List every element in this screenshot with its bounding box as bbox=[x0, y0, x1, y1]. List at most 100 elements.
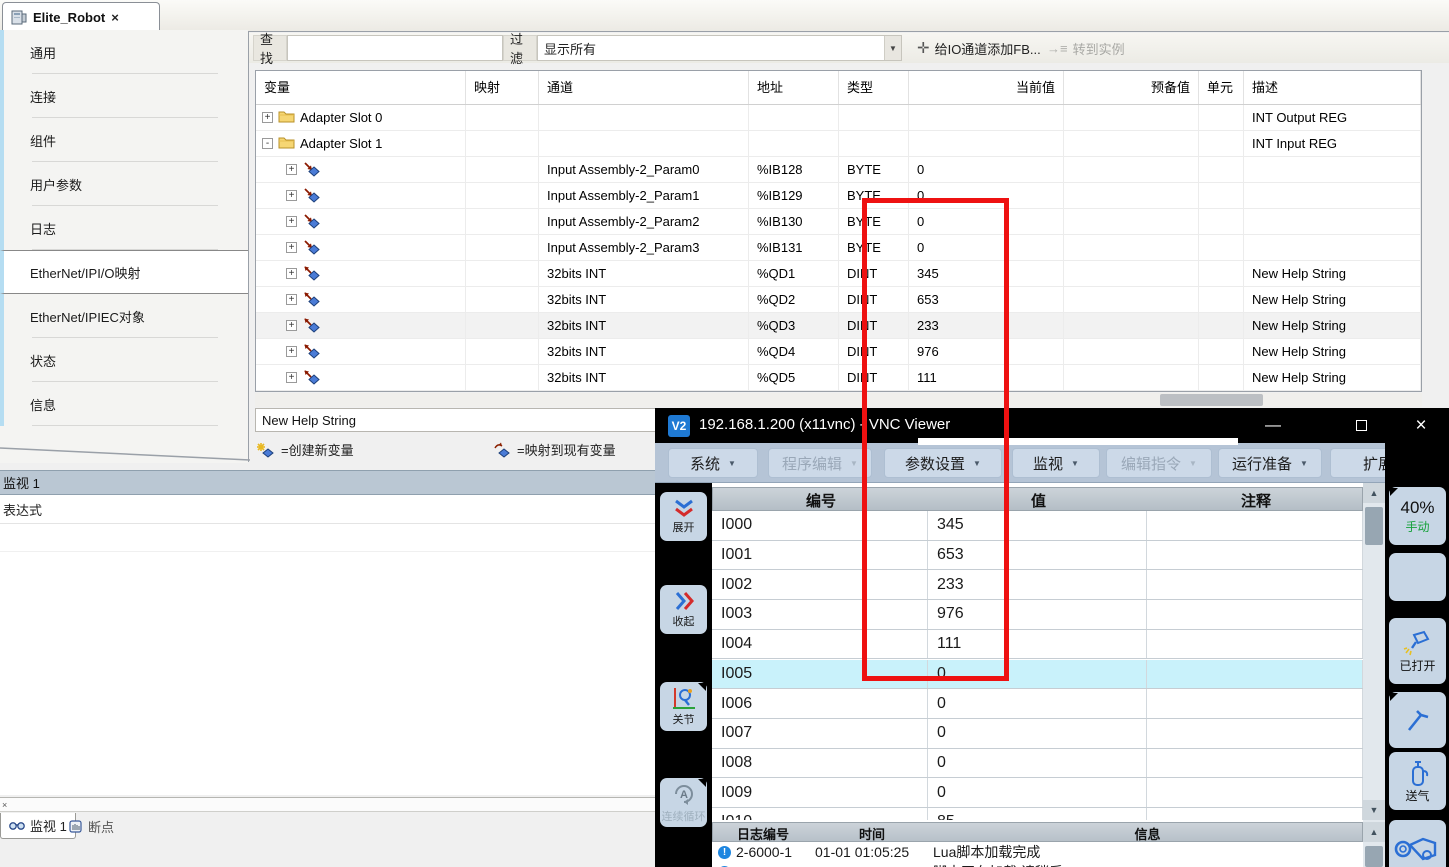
loop-label: 连续循环 bbox=[662, 808, 706, 824]
register-row[interactable]: I0060 bbox=[712, 689, 1363, 719]
column-header-3[interactable]: 通道 bbox=[539, 71, 749, 104]
register-value[interactable]: 0 bbox=[928, 778, 1147, 807]
scroll-up-button[interactable]: ▲ bbox=[1363, 483, 1385, 503]
tree-expand-toggle[interactable]: + bbox=[286, 268, 297, 279]
register-row[interactable]: I0080 bbox=[712, 749, 1363, 779]
register-row[interactable]: I001653 bbox=[712, 541, 1363, 571]
sidebar-item-8[interactable]: 状态 bbox=[0, 338, 248, 382]
joint-mode-button[interactable]: 关节 bbox=[660, 682, 707, 731]
expand-button[interactable]: 展开 bbox=[660, 492, 707, 541]
register-value[interactable]: 0 bbox=[928, 719, 1147, 748]
log-row[interactable]: !2-242-201-01 01:05:22脚本正在加载,请稍后 bbox=[712, 862, 1363, 867]
table-row[interactable]: +32bits INT%QD1DINT345New Help String bbox=[256, 261, 1421, 287]
minimize-button[interactable]: — bbox=[1250, 408, 1296, 443]
tree-expand-toggle[interactable]: + bbox=[286, 372, 297, 383]
add-fb-button[interactable]: ✛ 给IO通道添加FB... bbox=[909, 35, 1049, 61]
collapse-button[interactable]: 收起 bbox=[660, 585, 707, 634]
cell-当前值[interactable]: 0 bbox=[909, 157, 1064, 183]
column-header-9[interactable]: 描述 bbox=[1244, 71, 1421, 104]
tree-expand-toggle[interactable]: + bbox=[286, 216, 297, 227]
scroll-down-button[interactable]: ▼ bbox=[1363, 800, 1385, 820]
table-row[interactable]: +Input Assembly-2_Param0%IB128BYTE0 bbox=[256, 157, 1421, 183]
register-row[interactable]: I0070 bbox=[712, 719, 1363, 749]
column-header-8[interactable]: 单元 bbox=[1199, 71, 1244, 104]
column-header-1[interactable]: 变量 bbox=[256, 71, 466, 104]
document-tab[interactable]: Elite_Robot × bbox=[2, 2, 160, 32]
table-row[interactable]: +Input Assembly-2_Param1%IB129BYTE0 bbox=[256, 183, 1421, 209]
sidebar-item-7[interactable]: EtherNet/IPIEC对象 bbox=[0, 294, 248, 338]
log-scrollbar[interactable]: ▲ bbox=[1363, 820, 1385, 867]
table-row[interactable]: +Input Assembly-2_Param3%IB131BYTE0 bbox=[256, 235, 1421, 261]
blank-button[interactable] bbox=[1389, 553, 1446, 601]
register-value[interactable]: 0 bbox=[928, 689, 1147, 718]
tree-expand-toggle[interactable]: + bbox=[286, 294, 297, 305]
table-row[interactable]: +Adapter Slot 0INT Output REG bbox=[256, 105, 1421, 131]
torch-button[interactable]: 已打开 bbox=[1389, 618, 1446, 684]
sidebar-item-3[interactable]: 组件 bbox=[0, 118, 248, 162]
column-header-2[interactable]: 映射 bbox=[466, 71, 539, 104]
splitter-close-icon[interactable]: × bbox=[2, 800, 7, 810]
column-header-5[interactable]: 类型 bbox=[839, 71, 909, 104]
tab-breakpoints[interactable]: 断点 bbox=[60, 813, 122, 839]
menu-1[interactable]: 系统▼ bbox=[668, 448, 758, 478]
register-row[interactable]: I000345 bbox=[712, 511, 1363, 541]
log-row[interactable]: !2-6000-101-01 01:05:25Lua脚本加载完成 bbox=[712, 842, 1363, 862]
scrollbar-thumb[interactable] bbox=[1365, 507, 1383, 545]
table-row[interactable]: -Adapter Slot 1INT Input REG bbox=[256, 131, 1421, 157]
column-header-4[interactable]: 地址 bbox=[749, 71, 839, 104]
menu-2[interactable]: 程序编辑▼ bbox=[768, 448, 872, 478]
table-row[interactable]: +Input Assembly-2_Param2%IB130BYTE0 bbox=[256, 209, 1421, 235]
tree-expand-toggle[interactable]: - bbox=[262, 138, 273, 149]
tool-button[interactable] bbox=[1389, 692, 1446, 748]
speed-button[interactable]: 40% 手动 bbox=[1389, 487, 1446, 545]
goto-instance-button[interactable]: →≡ 转到实例 bbox=[1039, 35, 1133, 61]
sidebar-item-4[interactable]: 用户参数 bbox=[0, 162, 248, 206]
register-row[interactable]: I0050 bbox=[712, 660, 1363, 690]
table-row[interactable]: +32bits INT%QD5DINT111New Help String bbox=[256, 365, 1421, 391]
table-row[interactable]: +32bits INT%QD4DINT976New Help String bbox=[256, 339, 1421, 365]
column-header-7[interactable]: 预备值 bbox=[1064, 71, 1199, 104]
menu-5[interactable]: 编辑指令▼ bbox=[1106, 448, 1212, 478]
table-row[interactable]: +32bits INT%QD3DINT233New Help String bbox=[256, 313, 1421, 339]
register-row[interactable]: I002233 bbox=[712, 570, 1363, 600]
sidebar-item-6[interactable]: EtherNet/IPI/O映射 bbox=[0, 250, 248, 294]
scrollbar-thumb[interactable] bbox=[1160, 394, 1263, 406]
scroll-up-button[interactable]: ▲ bbox=[1363, 822, 1385, 842]
tree-expand-toggle[interactable]: + bbox=[262, 112, 273, 123]
sidebar-item-1[interactable]: 通用 bbox=[0, 30, 248, 74]
cell-当前值[interactable] bbox=[909, 131, 1064, 157]
sidebar-item-2[interactable]: 连接 bbox=[0, 74, 248, 118]
register-row[interactable]: I01085 bbox=[712, 808, 1363, 820]
scrollbar-thumb[interactable] bbox=[1365, 846, 1383, 867]
tree-expand-toggle[interactable]: + bbox=[286, 190, 297, 201]
find-input[interactable] bbox=[287, 35, 503, 61]
register-value[interactable]: 85 bbox=[928, 808, 1147, 820]
tree-expand-toggle[interactable]: + bbox=[286, 320, 297, 331]
tab-close-icon[interactable]: × bbox=[111, 10, 119, 25]
tree-expand-toggle[interactable]: + bbox=[286, 242, 297, 253]
sidebar-item-9[interactable]: 信息 bbox=[0, 382, 248, 426]
menu-4[interactable]: 监视▼ bbox=[1012, 448, 1100, 478]
filter-select[interactable]: 显示所有 ▼ bbox=[537, 35, 902, 61]
cell-当前值[interactable] bbox=[909, 105, 1064, 131]
register-row[interactable]: I0090 bbox=[712, 778, 1363, 808]
tree-expand-toggle[interactable]: + bbox=[286, 346, 297, 357]
register-row[interactable]: I003976 bbox=[712, 600, 1363, 630]
register-table-scrollbar[interactable]: ▲ ▼ bbox=[1363, 483, 1385, 820]
column-header-6[interactable]: 当前值 bbox=[909, 71, 1064, 104]
register-column-header-3[interactable]: 注释 bbox=[1148, 490, 1363, 511]
chevron-down-icon[interactable]: ▼ bbox=[884, 36, 901, 60]
air-supply-button[interactable]: 送气 bbox=[1389, 752, 1446, 810]
close-button[interactable]: × bbox=[1398, 408, 1444, 443]
maximize-button[interactable] bbox=[1338, 408, 1384, 443]
register-value[interactable]: 0 bbox=[928, 749, 1147, 778]
register-row[interactable]: I004111 bbox=[712, 630, 1363, 660]
drag-teach-button[interactable] bbox=[1389, 820, 1446, 867]
create-variable-icon bbox=[257, 442, 275, 458]
table-horizontal-scrollbar[interactable] bbox=[255, 393, 1422, 407]
table-row[interactable]: +32bits INT%QD2DINT653New Help String bbox=[256, 287, 1421, 313]
menu-6[interactable]: 运行准备▼ bbox=[1218, 448, 1322, 478]
sidebar-item-5[interactable]: 日志 bbox=[0, 206, 248, 250]
tree-expand-toggle[interactable]: + bbox=[286, 164, 297, 175]
continuous-loop-button[interactable]: A 连续循环 bbox=[660, 778, 707, 827]
